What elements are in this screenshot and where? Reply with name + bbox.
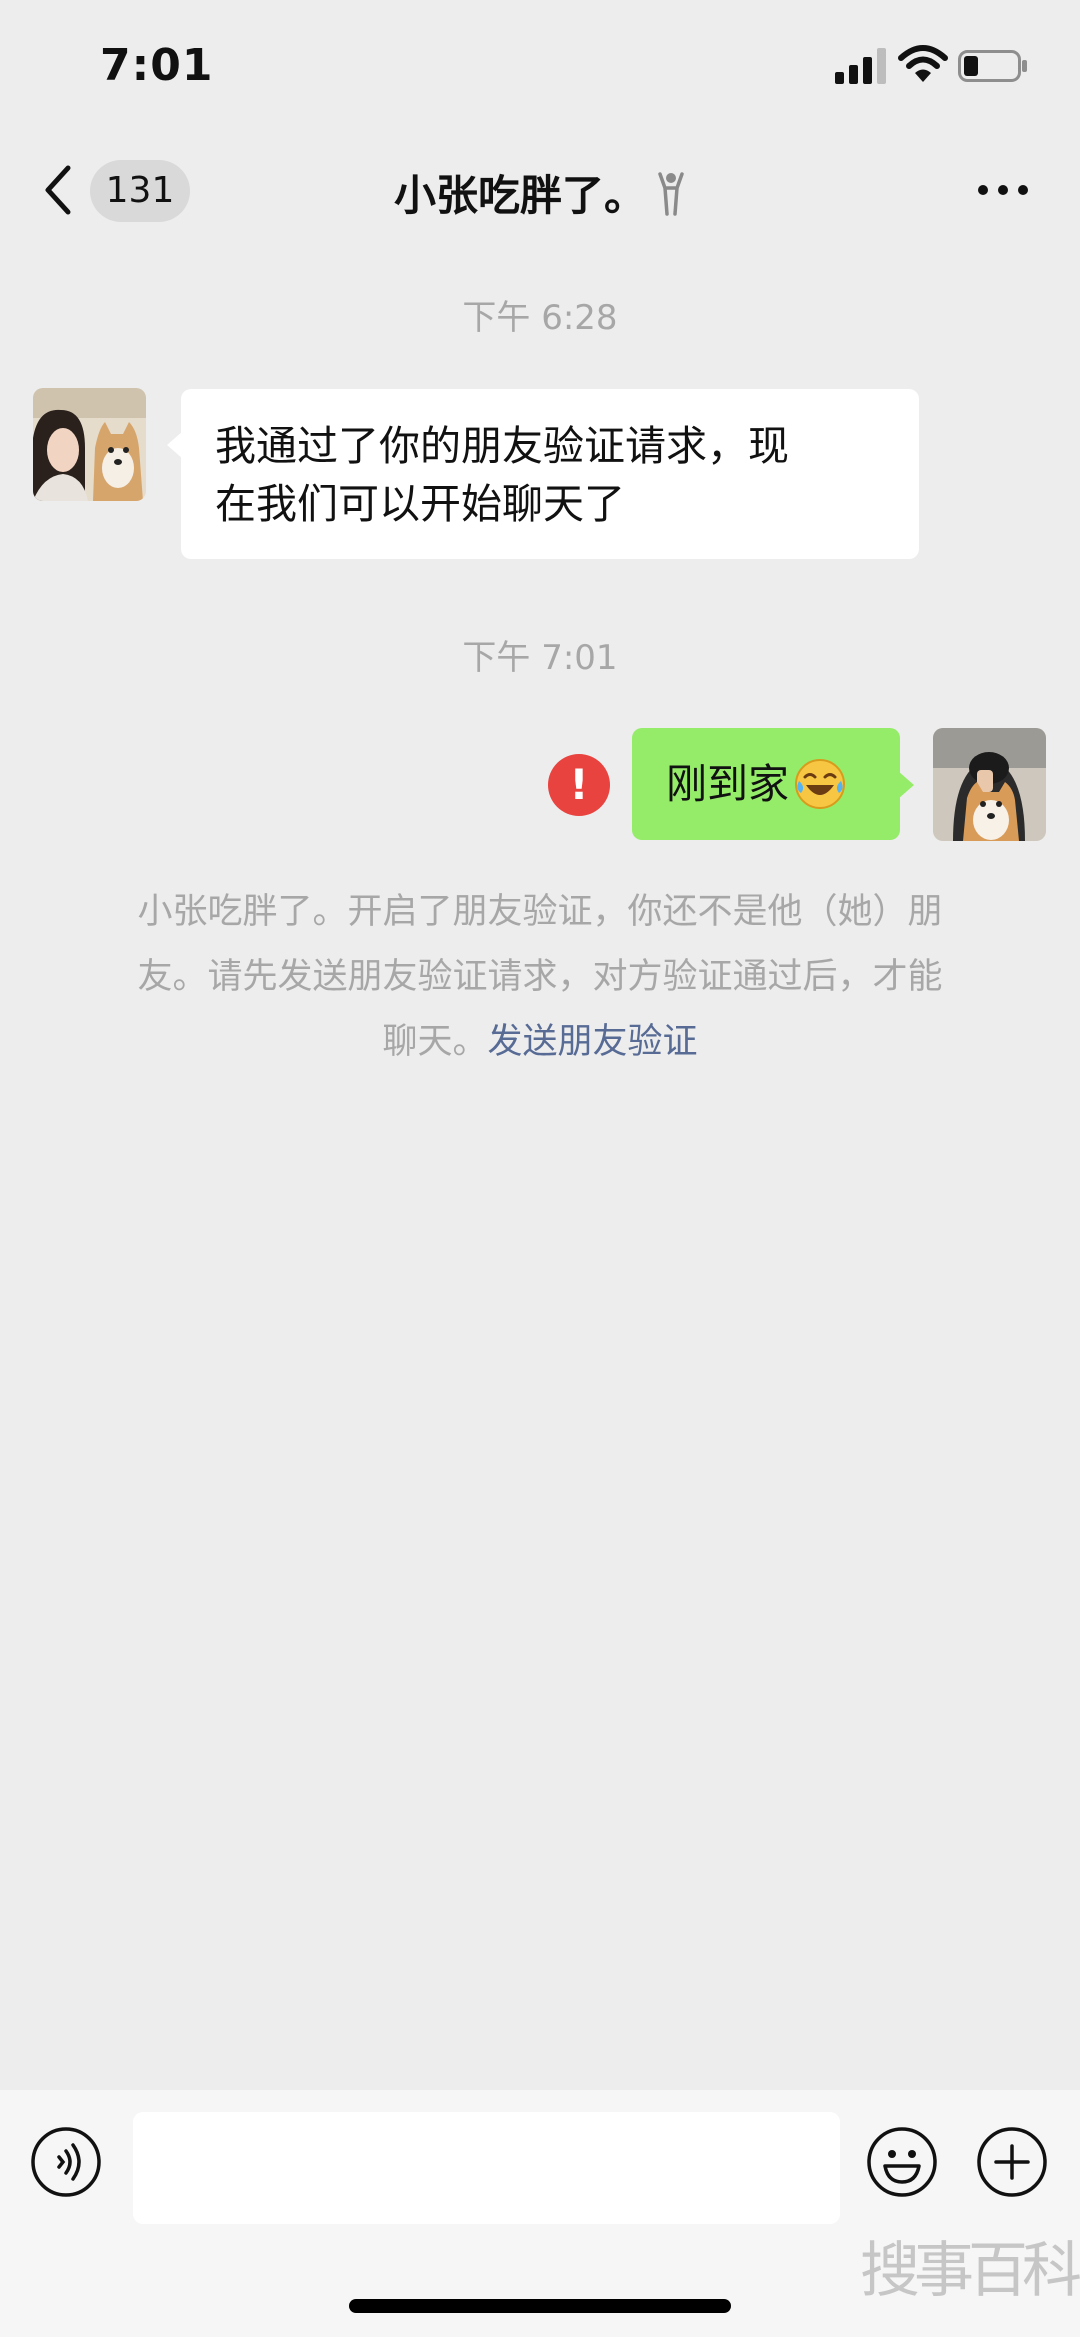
status-time: 7:01 [100,40,214,91]
friend-verification-notice: 小张吃胖了。开启了朋友验证，你还不是他（她）朋 友。请先发送朋友验证请求，对方验… [70,880,1010,1075]
my-avatar[interactable] [933,728,1046,841]
notice-line: 聊天。发送朋友验证 [70,1010,1010,1075]
plus-icon[interactable] [976,2126,1048,2198]
battery-icon [958,50,1027,82]
signal-icon [835,48,886,84]
person-hands-up-icon [658,171,684,216]
notice-line-prefix: 聊天。 [382,1022,488,1062]
chat-title[interactable]: 小张吃胖了。 [0,162,1080,223]
outgoing-message-bubble[interactable]: 刚到家 [632,728,900,840]
laughing-tears-emoji-icon [795,759,845,809]
outgoing-bubble-tail [898,771,914,799]
emoji-icon[interactable] [866,2126,938,2198]
timestamp-label: 下午 6:28 [462,298,618,338]
home-indicator[interactable] [349,2299,731,2313]
notice-line: 小张吃胖了。开启了朋友验证，你还不是他（她）朋 [137,892,943,932]
wifi-icon [898,45,948,82]
contact-avatar[interactable] [33,388,146,501]
notice-line: 友。请先发送朋友验证请求，对方验证通过后，才能 [137,957,943,997]
chat-title-text: 小张吃胖了。 [393,171,646,220]
timestamp-label: 下午 7:01 [462,638,618,678]
incoming-message-line: 在我们可以开始聊天了 [215,480,625,528]
voice-icon[interactable] [30,2126,102,2198]
send-failed-icon[interactable]: ! [548,754,610,816]
watermark-logo: 搜事百科 [860,2236,1080,2306]
outgoing-message-text: 刚到家 [666,760,789,808]
send-verification-link[interactable]: 发送朋友验证 [488,1022,698,1062]
message-input[interactable] [133,2112,840,2224]
incoming-message-line: 我通过了你的朋友验证请求，现 [215,422,789,470]
incoming-message-bubble[interactable]: 我通过了你的朋友验证请求，现 在我们可以开始聊天了 [181,389,919,559]
more-dots-icon[interactable] [975,180,1031,200]
